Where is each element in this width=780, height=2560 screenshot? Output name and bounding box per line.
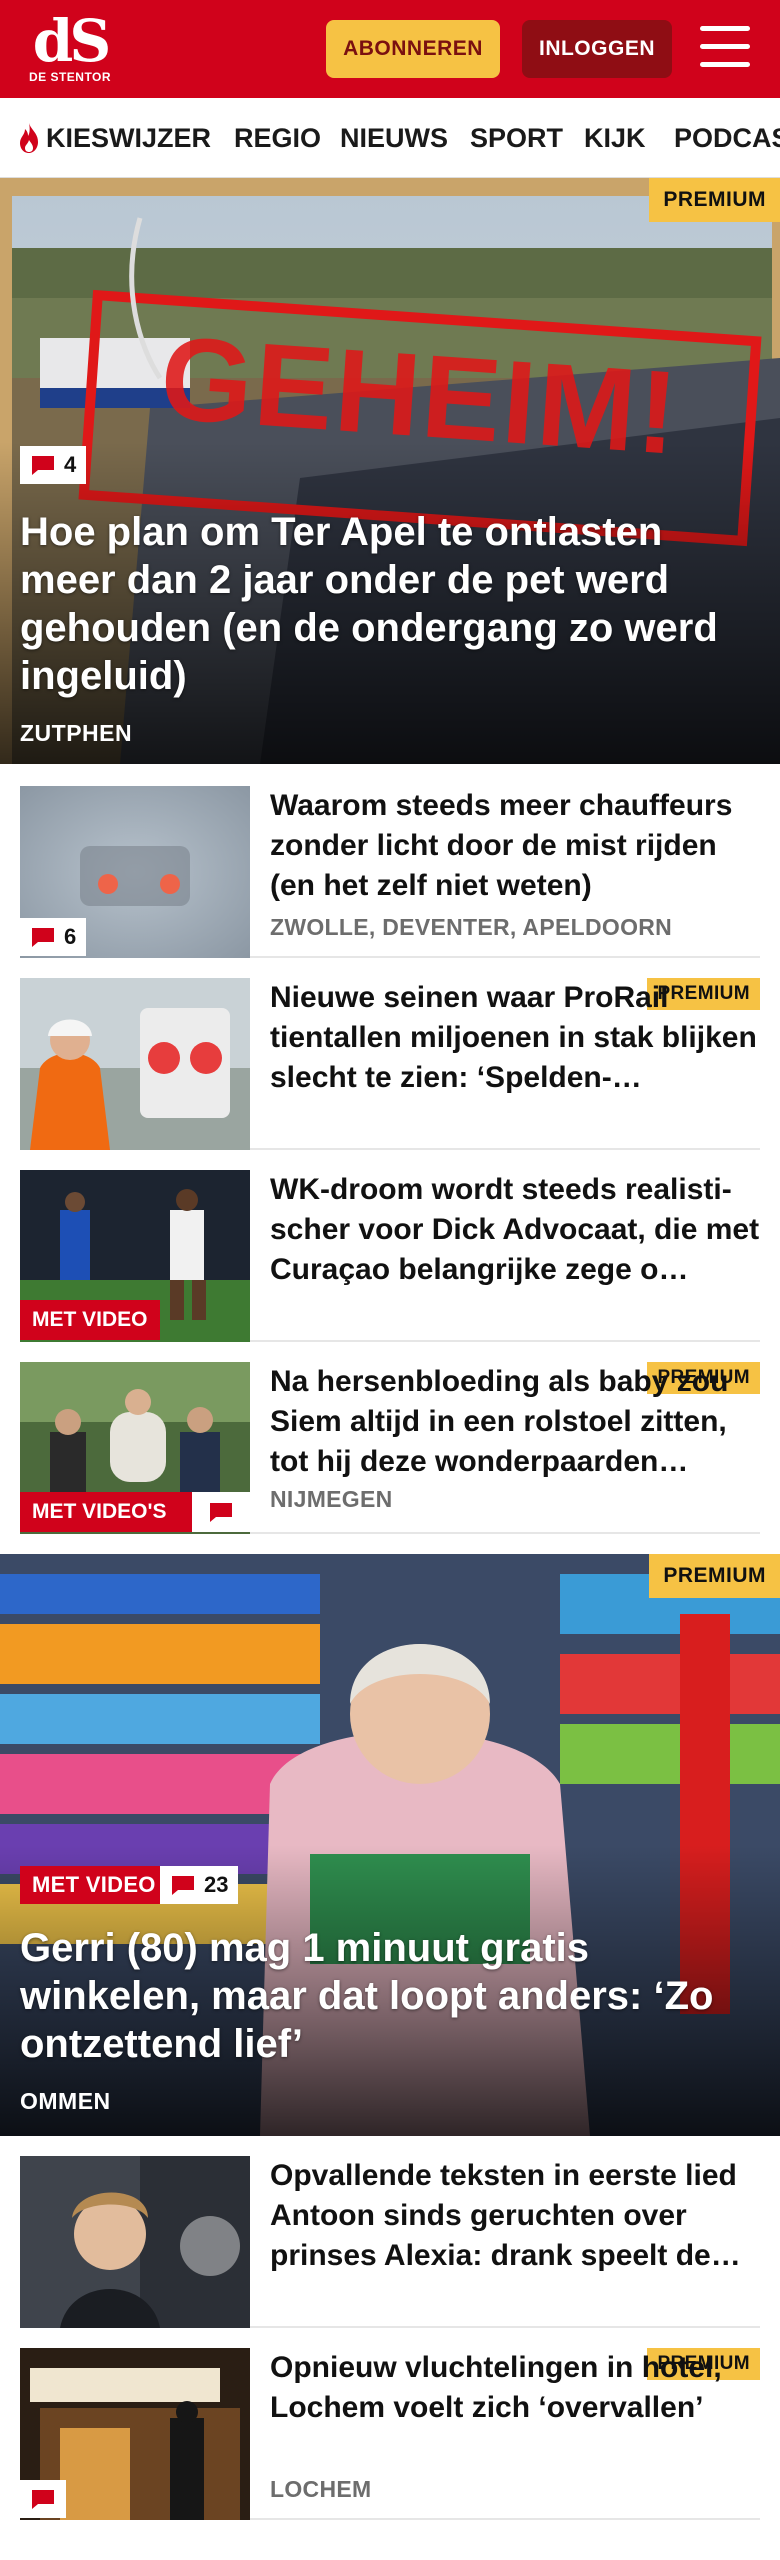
subscribe-button[interactable]: ABONNEREN (326, 20, 500, 78)
section-nav: KIESWIJZER REGIO NIEUWS SPORT KIJK PODCA… (0, 98, 780, 178)
article-headline[interactable]: Nieuwe seinen waar ProRail tientallen mi… (270, 978, 760, 1098)
comment-count: 6 (64, 924, 77, 949)
comment-icon (172, 1876, 194, 1895)
video-badge: MET VIDEO (20, 1866, 168, 1904)
comment-count: 23 (204, 1872, 229, 1897)
hero-headline[interactable]: Gerri (80) mag 1 minuut gratis winkelen,… (20, 1924, 740, 2068)
top-bar: dS DE STENTOR ABONNEREN INLOGGEN (0, 0, 780, 98)
comment-icon (32, 456, 54, 475)
nav-item-kieswijzer[interactable]: KIESWIJZER (16, 98, 212, 177)
article-headline[interactable]: Waarom steeds meer chauffeurs zonder lic… (270, 786, 760, 906)
logo-name: DE STENTOR (28, 70, 112, 84)
article-location: NIJMEGEN (270, 1486, 393, 1512)
login-button[interactable]: INLOGGEN (522, 20, 672, 78)
comment-count-badge[interactable]: 4 (20, 446, 87, 484)
comment-count-badge[interactable]: 6 (20, 918, 87, 956)
nav-item-regio[interactable]: REGIO (234, 98, 321, 177)
hero-location: ZUTPHEN (20, 720, 133, 746)
list-item[interactable]: Opvallende teksten in eerste lied Antoon… (20, 2156, 760, 2328)
list-item[interactable]: PREMIUM MET VIDEO'S Na hersenbloeding al… (20, 1362, 760, 1534)
article-headline[interactable]: Na hersenbloeding als baby zou Siem alti… (270, 1362, 760, 1482)
list-item[interactable]: PREMIUM Opnieuw vluchtelingen in hotel, … (20, 2348, 760, 2520)
comment-icon (32, 2490, 54, 2509)
comment-count-badge[interactable] (20, 2480, 66, 2518)
article-headline[interactable]: Opvallende teksten in eerste lied Antoon… (270, 2156, 760, 2276)
comment-count-badge[interactable] (192, 1492, 250, 1532)
list-item[interactable]: PREMIUM Nieuwe seinen waar ProRail tient… (20, 978, 760, 1150)
premium-badge: PREMIUM (649, 1554, 780, 1598)
hero-location: OMMEN (20, 2088, 111, 2114)
nav-item-nieuws[interactable]: NIEUWS (340, 98, 448, 177)
comment-icon (32, 928, 54, 947)
premium-badge: PREMIUM (649, 178, 780, 222)
list-item[interactable]: MET VIDEO WK-droom wordt steeds realisti… (20, 1170, 760, 1342)
flame-icon (20, 123, 38, 153)
article-location: ZWOLLE, DEVENTER, APELDOORN (270, 914, 673, 940)
article-location: LOCHEM (270, 2476, 372, 2502)
article-headline[interactable]: Opnieuw vluchtelingen in hotel, Lochem v… (270, 2348, 760, 2428)
site-logo[interactable]: dS DE STENTOR (24, 10, 116, 90)
nav-label: KIESWIJZER (46, 122, 212, 153)
logo-mark: dS (32, 7, 111, 75)
nav-item-podcast[interactable]: PODCAS (674, 98, 780, 177)
hero-headline[interactable]: Hoe plan om Ter Apel te ontlasten meer d… (20, 508, 740, 700)
menu-icon[interactable] (700, 26, 750, 70)
article-headline[interactable]: WK-droom wordt steeds realisti-scher voo… (270, 1170, 760, 1290)
comment-icon (210, 1503, 232, 1522)
nav-item-kijk[interactable]: KIJK (584, 98, 646, 177)
comment-count-badge[interactable]: 23 (160, 1866, 239, 1904)
video-badge: MET VIDEO (20, 1300, 160, 1340)
article-thumbnail (20, 978, 250, 1150)
article-thumbnail (20, 2156, 250, 2328)
hero-article-ter-apel[interactable]: GEHEIM! PREMIUM 4 Hoe plan om Ter Apel t… (0, 178, 780, 764)
comment-count: 4 (64, 452, 77, 477)
nav-item-sport[interactable]: SPORT (470, 98, 563, 177)
hero-article-gerri[interactable]: PREMIUM MET VIDEO 23 Gerri (80) mag 1 mi… (0, 1554, 780, 2136)
list-item[interactable]: 6 Waarom steeds meer chauffeurs zonder l… (20, 786, 760, 958)
